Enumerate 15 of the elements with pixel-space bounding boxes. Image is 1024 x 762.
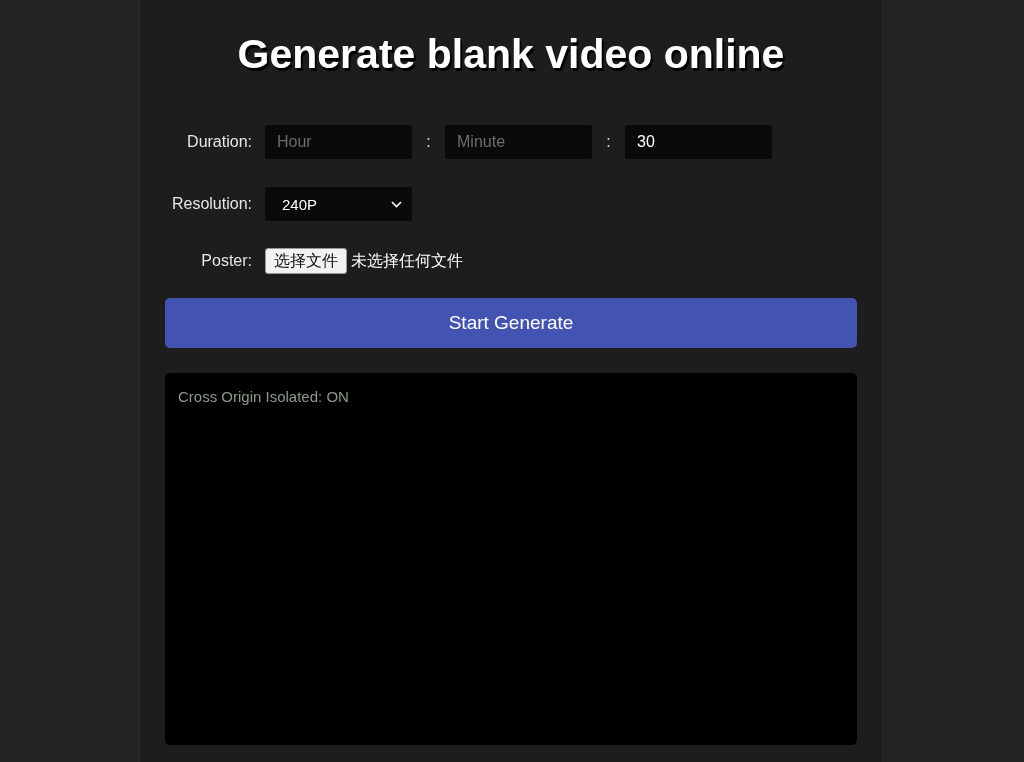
start-generate-button[interactable]: Start Generate xyxy=(165,298,857,348)
separator-colon: : xyxy=(425,133,432,151)
choose-file-button[interactable]: 选择文件 xyxy=(265,248,347,274)
log-line: Cross Origin Isolated: ON xyxy=(178,388,350,405)
field-label: Resolution: xyxy=(170,195,252,213)
chevron-down-icon xyxy=(391,200,402,208)
duration-field[interactable]: 30 xyxy=(625,125,772,159)
resolution-select[interactable]: 240P xyxy=(265,187,412,221)
page-title: Generate blank video online xyxy=(236,30,786,79)
file-status: 未选择任何文件 xyxy=(351,250,463,271)
separator-colon: : xyxy=(605,133,612,151)
field-label: Poster: xyxy=(200,252,252,270)
duration-field[interactable]: Hour xyxy=(265,125,412,159)
duration-field[interactable]: Minute xyxy=(445,125,592,159)
field-label: Duration: xyxy=(186,133,252,151)
